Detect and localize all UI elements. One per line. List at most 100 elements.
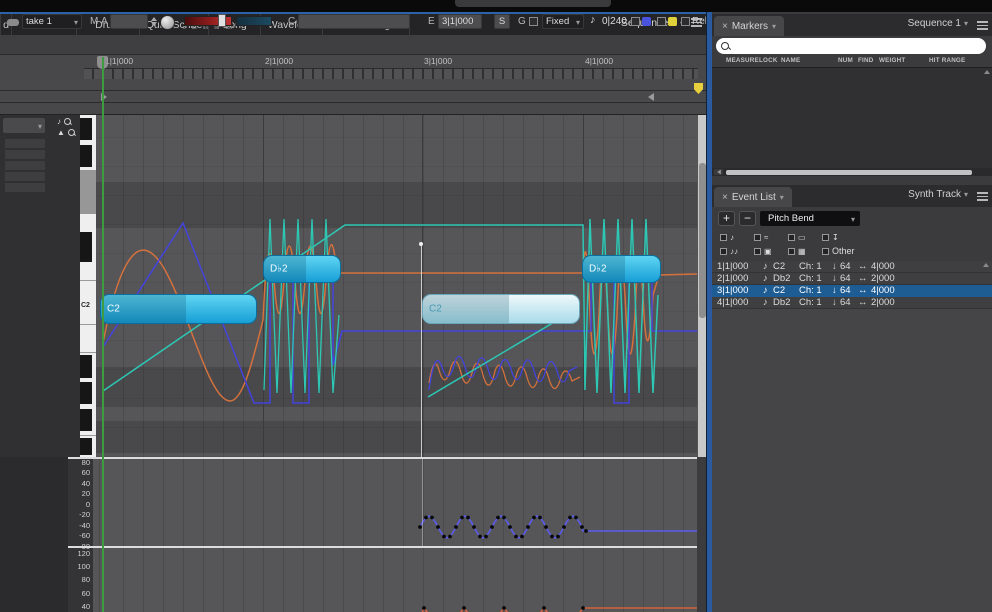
marker-strip-2[interactable] [0,91,706,103]
event-list-body[interactable] [712,309,992,612]
markers-list[interactable] [712,67,992,169]
attr-field[interactable] [110,14,148,29]
column-measure: MEASURE [726,57,759,64]
filter-icon[interactable]: ≈ [754,233,788,242]
event-list-track-menu[interactable]: Synth Track [908,189,968,200]
time-ruler[interactable]: 1|1|0002|1|0003|1|0004|1|000 [0,55,706,115]
midi-note-C2[interactable]: C2 [422,294,580,324]
scroll-left-button[interactable] [714,169,723,175]
vertical-scrollbar-thumb[interactable] [699,163,706,318]
track-selector[interactable] [3,118,45,133]
track-row[interactable] [5,172,45,181]
piano-keyboard-strip[interactable]: C2 [80,115,96,457]
markers-hscrollbar[interactable] [712,168,992,176]
filter-icon[interactable]: ▣ [754,246,788,256]
scroll-up-icon[interactable] [983,263,989,267]
filter-icon[interactable]: ♪ [720,233,754,242]
grid-value[interactable]: 0|240 [602,16,627,27]
end-time-field[interactable]: 3|1|000 [438,14,482,29]
filter-icon[interactable]: ♪♪ [720,246,754,256]
chevron-down-icon [74,16,78,29]
desktop-top-strip [0,0,992,12]
measure-label: 3|1|000 [424,56,452,66]
event-rows: 1|1|000♪C2Ch: 1↓64↔4|0002|1|000♪Db2Ch: 1… [712,261,992,309]
search-icon [721,42,730,51]
column-num: NUM [838,57,853,64]
attr-label: A [101,16,108,27]
checkbox[interactable] [822,234,829,241]
lane-scales: 806040200-20-40-60-8012010080604020 [68,457,93,612]
vertical-scrollbar[interactable] [697,115,706,457]
mini-menu-icon[interactable] [977,192,988,201]
piano-roll-canvas[interactable]: C2D♭2C2D♭2 [96,115,697,457]
marker-search-input[interactable] [716,38,986,54]
scroll-up-icon[interactable] [984,70,990,74]
yellow-marker-icon [668,17,677,26]
end-label: E [428,16,435,27]
lane-content[interactable] [93,457,697,612]
edit-toolbar: take 1 M A 0326496127 C E 3|1|000 S G Fi… [0,35,706,55]
column-find: FIND [858,57,874,64]
filter-other[interactable]: Other [822,246,856,256]
event-list-header: × Event List Synth Track [712,185,992,207]
filter-icon[interactable]: ↧ [822,233,856,242]
stepper-control[interactable] [149,14,158,29]
close-icon[interactable]: × [722,21,728,32]
pitch-bend-lane-curve [96,458,697,546]
blue-marker-checkbox[interactable] [631,17,640,26]
close-icon[interactable]: × [722,192,728,203]
hscroll-track[interactable] [726,170,972,175]
take-selector[interactable]: take 1 [22,14,82,29]
markers-sequence-menu[interactable]: Sequence 1 [908,18,968,29]
keyboard-scroll-thumb[interactable] [80,170,96,214]
yellow-marker-checkbox[interactable] [657,17,666,26]
event-row[interactable]: 3|1|000♪C2Ch: 1↓64↔4|000 [712,285,992,297]
loop-end-icon[interactable] [648,93,654,101]
filter-icon[interactable]: ▭ [788,233,822,242]
grid-mode-selector[interactable]: Fixed [542,14,584,29]
add-event-button[interactable]: + [718,211,735,226]
checkbox[interactable] [822,248,829,255]
markers-tab[interactable]: × Markers [714,16,784,36]
insert-type-selector[interactable]: Pitch Bend [760,211,860,226]
marker-strip-1[interactable] [0,79,706,91]
event-row[interactable]: 1|1|000♪C2Ch: 1↓64↔4|000 [712,261,992,273]
track-row[interactable] [5,150,45,159]
midi-note-C2[interactable]: C2 [100,294,257,324]
midi-note-Db2[interactable]: D♭2 [263,255,341,283]
event-filters-row-2: ♪♪▣▦Other [720,246,856,256]
checkbox[interactable] [788,248,795,255]
grid-checkbox[interactable] [529,17,538,26]
rel-checkbox[interactable] [681,17,690,26]
checkbox[interactable] [788,234,795,241]
marker-zoom-control[interactable]: ▲ [57,128,75,137]
event-row[interactable]: 4|1|000♪Db2Ch: 1↓64↔2|000 [712,297,992,309]
event-list-tab[interactable]: × Event List [714,187,792,207]
chord-field[interactable] [298,14,410,29]
track-row[interactable] [5,183,45,192]
checkbox[interactable] [720,248,727,255]
magnifier-icon [68,129,75,136]
measure-label: 2|1|000 [265,56,293,66]
column-lock: LOCK [759,57,778,64]
mini-menu-icon[interactable] [977,21,988,30]
remove-event-button[interactable]: − [739,211,756,226]
playhead-line[interactable] [102,57,104,612]
solo-button[interactable]: S [494,14,510,29]
mute-button[interactable]: M [90,16,98,27]
checkbox[interactable] [720,234,727,241]
event-row[interactable]: 2|1|000♪Db2Ch: 1↓64↔2|000 [712,273,992,285]
insert-icon[interactable] [7,19,19,26]
note-zoom-control[interactable]: ♪ [57,117,71,126]
filter-icon[interactable]: ▦ [788,246,822,256]
note-duration-icon[interactable]: ♪ [590,14,596,26]
column-hit-range: HIT RANGE [929,57,965,64]
track-row[interactable] [5,161,45,170]
value-knob[interactable] [160,15,175,30]
midi-note-Db2[interactable]: D♭2 [582,255,661,283]
track-sidebar: ♪ ▲ [0,115,80,457]
checkbox[interactable] [754,234,761,241]
column-weight: WEIGHT [879,57,905,64]
track-row[interactable] [5,139,45,148]
checkbox[interactable] [754,248,761,255]
